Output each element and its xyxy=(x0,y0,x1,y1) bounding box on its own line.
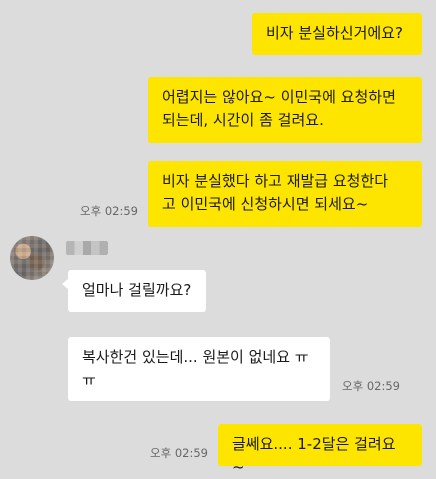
avatar[interactable] xyxy=(10,236,54,280)
other-message-bubble[interactable]: 복사한건 있는데... 원본이 없네요 ㅠ ㅠ xyxy=(68,337,330,401)
my-message-bubble[interactable]: 글쎄요.... 1-2달은 걸려요~ xyxy=(218,424,422,476)
my-message-bubble[interactable]: 어렵지는 않아요~ 이민국에 요청하면 되는데, 시간이 좀 걸려요. xyxy=(148,77,422,143)
message-timestamp: 오후 02:59 xyxy=(80,204,138,218)
my-message-bubble[interactable]: 비자 분실했다 하고 재발급 요청한다 고 이민국에 신청하시면 되세요~ xyxy=(148,161,422,227)
message-timestamp: 오후 02:59 xyxy=(342,379,400,393)
message-timestamp: 오후 02:59 xyxy=(150,446,208,460)
other-message-bubble[interactable]: 얼마나 걸릴까요? xyxy=(62,270,206,312)
sender-name: ■■·■ xyxy=(66,241,108,255)
my-message-bubble[interactable]: 비자 분실하신거에요? xyxy=(252,13,422,55)
